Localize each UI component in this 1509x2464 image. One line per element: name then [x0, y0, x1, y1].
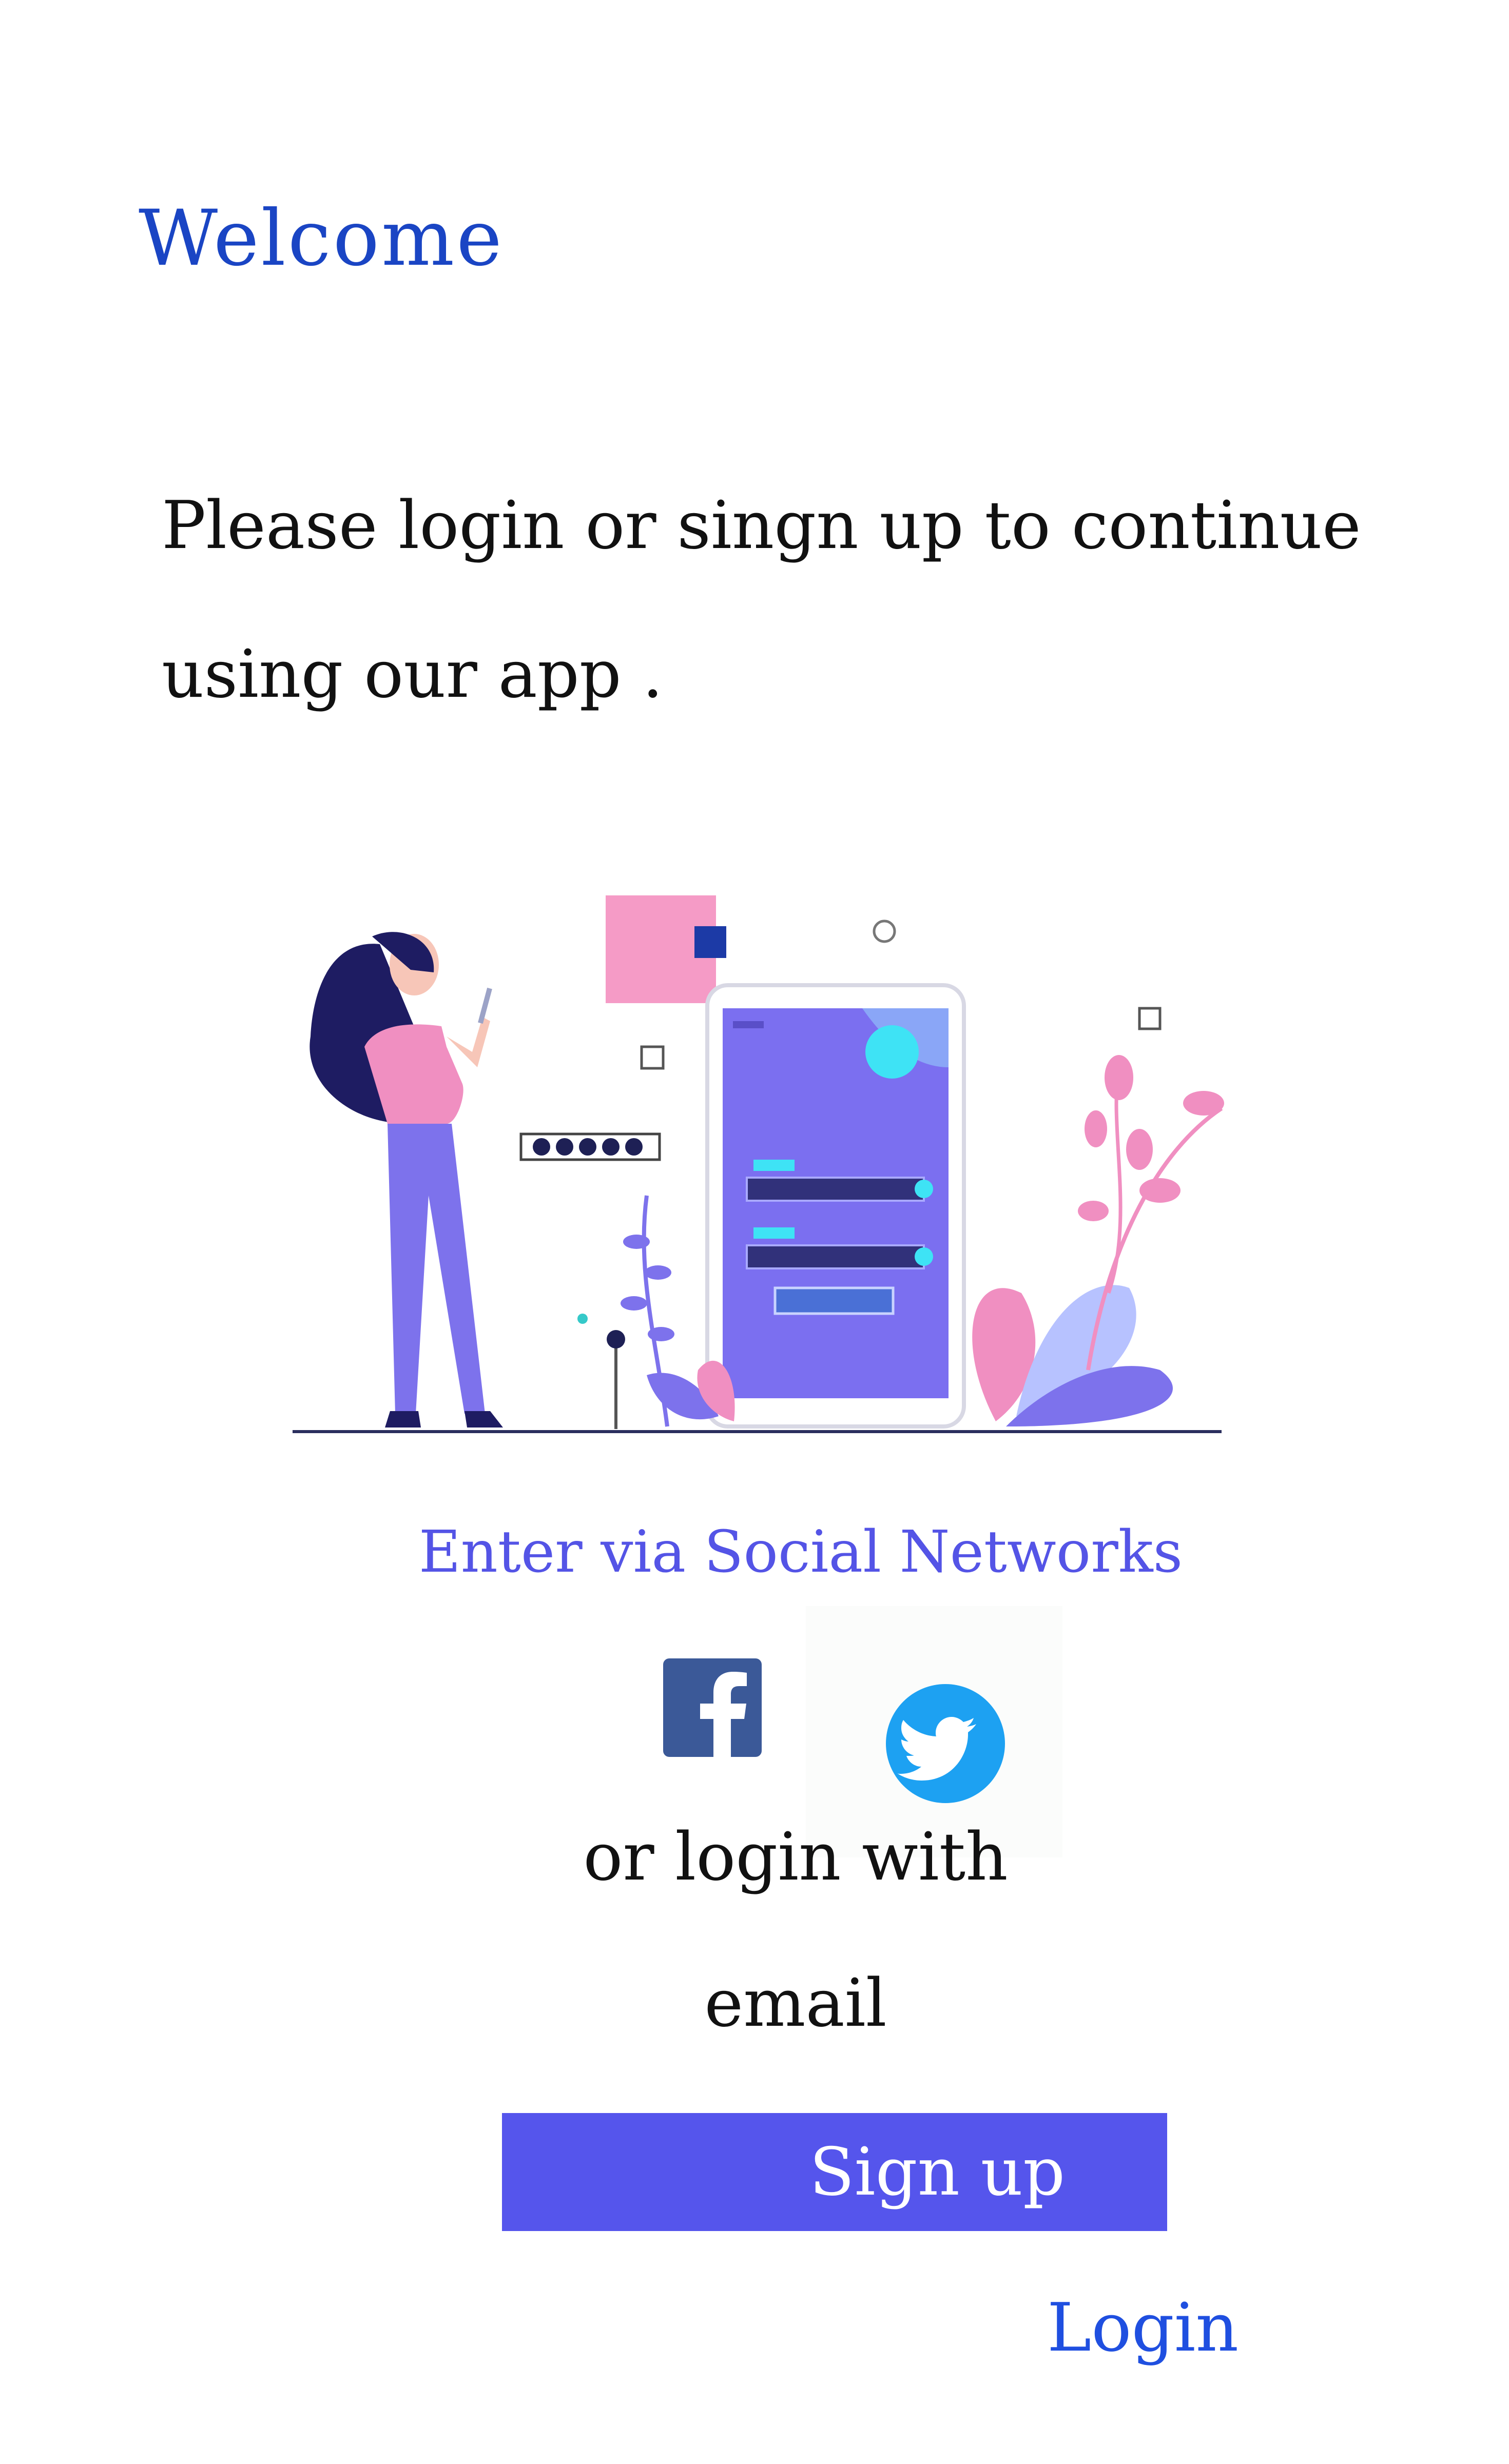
twitter-login-button[interactable]: [886, 1684, 1005, 1803]
facebook-login-button[interactable]: [663, 1658, 762, 1757]
login-illustration: [293, 895, 1224, 1433]
intro-text: Please login or singn up to continue usi…: [162, 487, 1361, 713]
email-login-option[interactable]: email: [0, 1965, 1509, 2042]
facebook-icon: [700, 1672, 747, 1757]
twitter-icon: [897, 1717, 976, 1781]
login-link[interactable]: Login: [1047, 2289, 1239, 2367]
social-networks-heading: Enter via Social Networks: [418, 1519, 1183, 1586]
or-login-with-text: or login with: [583, 1819, 1008, 1895]
welcome-title: Welcome: [139, 194, 505, 283]
sign-up-button[interactable]: Sign up: [502, 2113, 1167, 2231]
